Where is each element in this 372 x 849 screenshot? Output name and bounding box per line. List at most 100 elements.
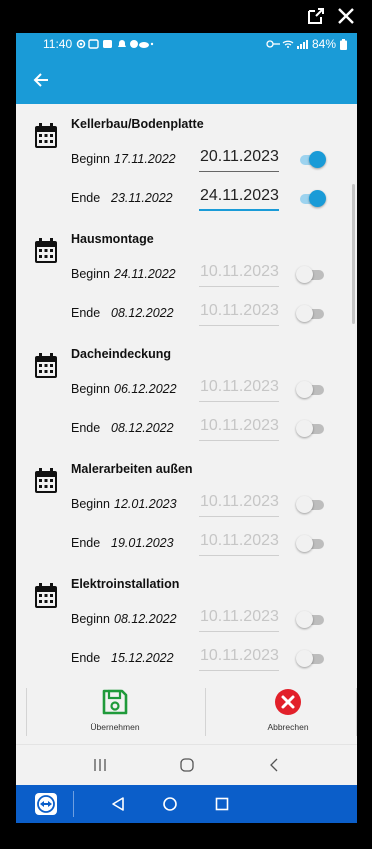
save-button[interactable]: Übernehmen: [35, 686, 195, 744]
date-field[interactable]: 10.11.2023: [199, 261, 279, 287]
date-field[interactable]: 24.11.2023: [199, 185, 279, 211]
battery-icon: [340, 38, 347, 50]
teamviewer-logo-icon[interactable]: [35, 793, 57, 815]
date-toggle[interactable]: [296, 535, 326, 552]
phase-title: Kellerbau/Bodenplatte: [71, 117, 204, 131]
remote-home-icon[interactable]: [162, 796, 178, 812]
date-field[interactable]: 10.11.2023: [199, 415, 279, 441]
open-external-icon[interactable]: [306, 6, 326, 26]
save-icon: [102, 689, 128, 715]
cancel-button[interactable]: Abbrechen: [208, 686, 357, 744]
date-row: Beginn 17.11.2022 20.11.2023: [71, 146, 341, 174]
date-row: Ende 19.01.2023 10.11.2023: [71, 530, 341, 558]
date-toggle[interactable]: [296, 190, 326, 207]
date-row: Beginn 06.12.2022 10.11.2023: [71, 376, 341, 404]
calendar-icon: [34, 123, 58, 149]
app-bar: [16, 55, 357, 104]
toggle-knob: [309, 190, 326, 207]
save-button-label: Übernehmen: [90, 722, 140, 732]
divider: [356, 688, 357, 736]
date-toggle[interactable]: [296, 305, 326, 322]
divider: [73, 791, 74, 817]
date-toggle[interactable]: [296, 420, 326, 437]
back-icon[interactable]: [266, 757, 282, 773]
planned-date: 23.11.2022: [111, 191, 173, 205]
date-field[interactable]: 10.11.2023: [199, 530, 279, 556]
date-toggle[interactable]: [296, 266, 326, 283]
planned-date: 08.12.2022: [114, 612, 177, 626]
action-bar: Übernehmen Abbrechen: [16, 686, 357, 744]
planned-date: 08.12.2022: [111, 306, 174, 320]
row-label: Beginn: [71, 382, 110, 396]
date-toggle[interactable]: [296, 381, 326, 398]
toggle-knob: [296, 420, 313, 437]
back-arrow-icon[interactable]: [32, 71, 50, 89]
date-toggle[interactable]: [296, 151, 326, 168]
row-label: Ende: [71, 306, 101, 320]
planned-date: 24.11.2022: [114, 267, 176, 281]
cancel-icon: [275, 689, 301, 715]
status-bar: 11:40 84%: [16, 33, 357, 55]
divider: [205, 688, 206, 736]
row-label: Beginn: [71, 612, 110, 626]
row-label: Beginn: [71, 267, 110, 281]
row-label: Beginn: [71, 152, 110, 166]
date-row: Ende 08.12.2022 10.11.2023: [71, 300, 341, 328]
row-label: Ende: [71, 421, 101, 435]
device-frame: 11:40 84% Kellerbau/Bodenplatte Beginn 1…: [0, 0, 372, 849]
planned-date: 19.01.2023: [111, 536, 174, 550]
row-label: Ende: [71, 651, 101, 665]
phase-section: Dacheindeckung Beginn 06.12.2022 10.11.2023…: [16, 339, 357, 454]
phase-section: Elektroinstallation Beginn 08.12.2022 10.11…: [16, 569, 357, 684]
planned-date: 06.12.2022: [114, 382, 177, 396]
status-icons-right: [266, 40, 308, 49]
remote-recents-icon[interactable]: [214, 796, 230, 812]
phase-section: Kellerbau/Bodenplatte Beginn 17.11.2022 20.…: [16, 109, 357, 224]
phase-list: Kellerbau/Bodenplatte Beginn 17.11.2022 20.…: [16, 104, 357, 686]
planned-date: 08.12.2022: [111, 421, 174, 435]
date-field[interactable]: 10.11.2023: [199, 645, 279, 671]
date-row: Beginn 24.11.2022 10.11.2023: [71, 261, 341, 289]
phase-title: Malerarbeiten außen: [71, 462, 193, 476]
date-toggle[interactable]: [296, 650, 326, 667]
date-row: Beginn 12.01.2023 10.11.2023: [71, 491, 341, 519]
calendar-icon: [34, 583, 58, 609]
battery-percent: 84%: [311, 37, 336, 51]
planned-date: 17.11.2022: [114, 152, 176, 166]
date-field[interactable]: 20.11.2023: [199, 146, 279, 172]
window-actions: [306, 6, 356, 26]
calendar-icon: [34, 468, 58, 494]
date-field[interactable]: 10.11.2023: [199, 376, 279, 402]
close-icon[interactable]: [336, 6, 356, 26]
android-nav-bar: [16, 744, 357, 785]
planned-date: 12.01.2023: [114, 497, 177, 511]
toggle-knob: [296, 535, 313, 552]
date-toggle[interactable]: [296, 496, 326, 513]
date-toggle[interactable]: [296, 611, 326, 628]
toggle-knob: [296, 305, 313, 322]
status-icons-left: [76, 39, 154, 49]
date-field[interactable]: 10.11.2023: [199, 606, 279, 632]
date-field[interactable]: 10.11.2023: [199, 300, 279, 326]
recent-apps-icon[interactable]: [92, 757, 108, 773]
phase-title: Elektroinstallation: [71, 577, 180, 591]
teamviewer-bar: [16, 785, 357, 823]
phase-title: Hausmontage: [71, 232, 154, 246]
toggle-knob: [296, 650, 313, 667]
phase-title: Dacheindeckung: [71, 347, 172, 361]
home-icon[interactable]: [179, 757, 195, 773]
toggle-knob: [296, 381, 313, 398]
divider: [26, 688, 27, 736]
calendar-icon: [34, 238, 58, 264]
date-row: Ende 08.12.2022 10.11.2023: [71, 415, 341, 443]
phone-screen: 11:40 84% Kellerbau/Bodenplatte Beginn 1…: [16, 33, 357, 823]
toggle-knob: [309, 151, 326, 168]
row-label: Ende: [71, 191, 101, 205]
toggle-knob: [296, 496, 313, 513]
cancel-button-label: Abbrechen: [267, 722, 309, 732]
status-time: 11:40: [43, 37, 73, 51]
calendar-icon: [34, 353, 58, 379]
remote-back-icon[interactable]: [110, 796, 126, 812]
planned-date: 15.12.2022: [111, 651, 174, 665]
date-field[interactable]: 10.11.2023: [199, 491, 279, 517]
